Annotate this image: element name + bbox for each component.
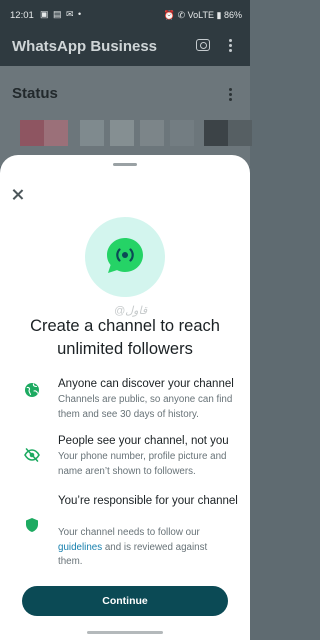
status-thumbnails bbox=[0, 120, 252, 146]
status-thumbnail[interactable] bbox=[140, 120, 164, 146]
create-channel-sheet: @قاول Create a channel to reach unlimite… bbox=[0, 155, 250, 640]
clock-time: 12:01 bbox=[10, 10, 34, 21]
globe-icon bbox=[25, 383, 39, 397]
status-more-icon[interactable] bbox=[229, 88, 233, 103]
channel-hero-illustration bbox=[85, 217, 165, 297]
system-status-bar: 12:01 ▣ ▤ ✉ • ⏰ ✆ VoLTE ▮ 86% bbox=[0, 0, 250, 28]
shield-icon bbox=[26, 518, 38, 532]
feature-title: People see your channel, not you bbox=[58, 435, 229, 447]
close-icon[interactable] bbox=[9, 186, 27, 204]
headline-line-1: Create a channel to reach bbox=[30, 317, 220, 335]
sheet-headline: Create a channel to reach unlimited foll… bbox=[0, 315, 250, 361]
feature-description: Channels are public, so anyone can find … bbox=[58, 394, 233, 420]
system-indicators: ⏰ ✆ VoLTE ▮ 86% bbox=[163, 10, 242, 20]
eye-off-icon bbox=[24, 448, 40, 462]
app-bar: WhatsApp Business bbox=[0, 28, 250, 66]
channel-broadcast-icon bbox=[107, 238, 143, 273]
gesture-nav-bar[interactable] bbox=[87, 631, 163, 634]
feature-title: You’re responsible for your channel bbox=[58, 495, 238, 507]
guidelines-link[interactable]: guidelines bbox=[58, 542, 102, 553]
feature-description: Your channel needs to follow our guideli… bbox=[58, 526, 233, 570]
feature-title: Anyone can discover your channel bbox=[58, 378, 234, 390]
description-text: Your channel needs to follow our bbox=[58, 527, 200, 538]
app-title: WhatsApp Business bbox=[12, 38, 158, 55]
feature-description: Your phone number, profile picture and n… bbox=[58, 451, 227, 477]
drag-handle[interactable] bbox=[113, 163, 137, 166]
status-heading: Status bbox=[12, 85, 58, 102]
camera-icon[interactable] bbox=[196, 39, 210, 51]
headline-line-2: unlimited followers bbox=[57, 340, 193, 358]
status-thumbnail[interactable] bbox=[44, 120, 68, 146]
status-thumbnail[interactable] bbox=[204, 120, 228, 146]
status-thumbnail[interactable] bbox=[110, 120, 134, 146]
status-thumbnail[interactable] bbox=[170, 120, 194, 146]
status-thumbnail[interactable] bbox=[228, 120, 252, 146]
status-section: Status bbox=[0, 66, 252, 166]
continue-button[interactable]: Continue bbox=[22, 586, 228, 616]
status-thumbnail[interactable] bbox=[20, 120, 44, 146]
more-options-icon[interactable] bbox=[229, 39, 233, 54]
status-thumbnail[interactable] bbox=[80, 120, 104, 146]
notification-icons: ▣ ▤ ✉ • bbox=[40, 9, 83, 19]
